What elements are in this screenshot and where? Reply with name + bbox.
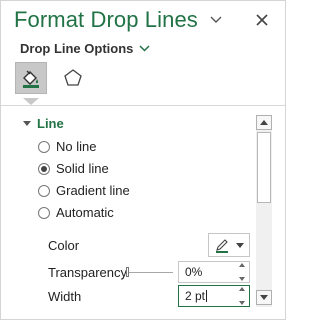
width-spin-arrows[interactable] bbox=[237, 287, 247, 305]
transparency-slider-thumb[interactable] bbox=[126, 267, 129, 277]
chevron-down-icon bbox=[139, 45, 150, 52]
transparency-slider-track[interactable] bbox=[127, 272, 173, 273]
pentagon-icon bbox=[64, 69, 82, 86]
scroll-up-button[interactable] bbox=[256, 115, 272, 130]
line-section-toggle[interactable]: Line bbox=[23, 116, 64, 131]
expand-caret-icon bbox=[23, 121, 31, 126]
drop-line-options-menu[interactable]: Drop Line Options bbox=[20, 41, 150, 56]
arrow-up-icon bbox=[260, 120, 268, 125]
pane-title: Format Drop Lines bbox=[14, 7, 198, 32]
pen-icon bbox=[216, 239, 228, 253]
transparency-value: 0% bbox=[185, 265, 203, 279]
radio-label: No line bbox=[56, 139, 97, 154]
radio-label: Automatic bbox=[56, 205, 114, 220]
radio-button[interactable] bbox=[38, 206, 50, 219]
paint-bucket-icon bbox=[23, 70, 39, 88]
spin-up-icon[interactable] bbox=[239, 287, 245, 291]
spin-down-icon[interactable] bbox=[239, 301, 245, 305]
format-drop-lines-pane: Format Drop Lines Drop Line Options Line… bbox=[0, 0, 286, 320]
spin-down-icon[interactable] bbox=[239, 277, 245, 281]
radio-button[interactable] bbox=[38, 140, 50, 153]
width-value: 2 pt bbox=[185, 289, 206, 303]
width-label: Width bbox=[48, 289, 82, 304]
color-label: Color bbox=[48, 238, 80, 253]
transparency-spinbox[interactable]: 0% bbox=[178, 261, 250, 283]
radio-label: Gradient line bbox=[56, 183, 130, 198]
line-color-picker-button[interactable] bbox=[208, 233, 250, 257]
chevron-down-icon bbox=[236, 242, 244, 248]
scroll-down-button[interactable] bbox=[256, 290, 272, 305]
radio-gradient-line[interactable]: Gradient line bbox=[38, 183, 130, 198]
close-pane-button[interactable] bbox=[252, 11, 272, 29]
pane-options-dropdown-button[interactable] bbox=[206, 11, 226, 29]
tab-fill-and-line[interactable] bbox=[15, 62, 47, 94]
scrollbar-thumb[interactable] bbox=[257, 132, 271, 203]
spin-up-icon[interactable] bbox=[239, 263, 245, 267]
divider bbox=[1, 105, 285, 106]
radio-button-checked[interactable] bbox=[38, 162, 50, 175]
format-tabs bbox=[15, 62, 89, 98]
radio-solid-line[interactable]: Solid line bbox=[38, 161, 109, 176]
drop-line-options-label: Drop Line Options bbox=[20, 41, 134, 56]
arrow-down-icon bbox=[260, 295, 268, 300]
radio-no-line[interactable]: No line bbox=[38, 139, 96, 154]
text-cursor bbox=[206, 290, 208, 302]
transparency-label: Transparency bbox=[48, 265, 127, 280]
radio-label: Solid line bbox=[56, 161, 109, 176]
active-tab-pointer bbox=[23, 98, 39, 105]
width-spinbox[interactable]: 2 pt bbox=[178, 285, 250, 307]
radio-automatic[interactable]: Automatic bbox=[38, 205, 114, 220]
transparency-spin-arrows[interactable] bbox=[237, 263, 247, 281]
close-icon bbox=[256, 14, 268, 26]
tab-effects[interactable] bbox=[57, 62, 89, 94]
line-section-heading: Line bbox=[37, 116, 64, 131]
chevron-down-icon bbox=[210, 16, 222, 23]
radio-button[interactable] bbox=[38, 184, 50, 197]
